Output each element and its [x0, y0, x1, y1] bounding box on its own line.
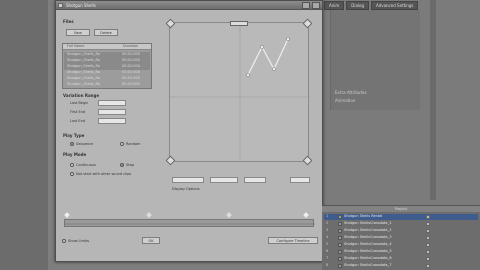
host-scrollbar[interactable] [430, 0, 436, 200]
sequence-radio[interactable] [70, 142, 74, 146]
graph-svg [170, 23, 310, 163]
timeline-track[interactable] [64, 219, 315, 227]
corner-handle-icon[interactable] [302, 155, 313, 166]
graph-extra-field[interactable] [290, 177, 310, 183]
show-limits-checkbox[interactable] [62, 239, 66, 243]
variation-graph[interactable] [165, 18, 313, 166]
shotgun-shells-dialog: Shotgun Shells Files New Delete Full Nam… [55, 0, 323, 262]
timeline-marker-icon[interactable] [146, 212, 152, 218]
table-row[interactable]: 6 Shotgun ShellsCrossdata_5 [324, 249, 478, 255]
timeline-ticks [65, 223, 315, 225]
host-left-panel [0, 0, 48, 270]
timeline-end-handle-icon[interactable] [303, 212, 309, 218]
table-row[interactable]: 5 Shotgun ShellsCrossdata_4 [324, 242, 478, 248]
clip-list[interactable]: Full Name Duration Shotgun_Shells_Ro 00:0… [62, 43, 152, 89]
graph-y-field[interactable] [210, 177, 238, 183]
sequence-label: Sequence [76, 142, 94, 146]
host-tab-advanced[interactable]: Advanced Settings [371, 1, 419, 10]
ok-button[interactable]: OK [142, 237, 160, 244]
col-duration[interactable]: Duration [123, 44, 138, 48]
dialog-title: Shotgun Shells [66, 3, 96, 8]
first-end-field[interactable] [98, 109, 126, 115]
random-label: Random [126, 142, 141, 146]
table-row[interactable]: 4 Shotgun ShellsCrossdata_3 [324, 235, 478, 241]
list-header: Full Name Duration [63, 44, 151, 50]
attribute-label-2: Animation [335, 98, 356, 103]
last-begin-field[interactable] [98, 100, 126, 106]
table-row[interactable]: 8 Shotgun ShellsCrossdata_7 [324, 263, 478, 269]
attribute-panel: Extra Attributes Animation [330, 10, 420, 110]
host-tab-dialog[interactable]: Dialog [346, 1, 370, 10]
stop-radio[interactable] [120, 163, 124, 167]
table-row[interactable]: 1 Shotgun Shells Rental [324, 214, 478, 220]
table-row[interactable]: 3 Shotgun ShellsCrossdata_2 [324, 228, 478, 234]
dialog-titlebar[interactable]: Shotgun Shells [56, 1, 322, 10]
timeline-marker-icon[interactable] [226, 212, 232, 218]
list-item[interactable]: Shotgun_Shells_Ro 00:01:000 [64, 82, 150, 88]
play-type-section-label: Play Type [63, 133, 85, 138]
first-end-label: First End [70, 110, 86, 114]
show-limits-label: Show Limits [68, 239, 90, 243]
attribute-label: Extra Attributes [335, 90, 367, 95]
playlist-panel: Playlist 1 Shotgun Shells Rental 2 Shotgun… [322, 205, 480, 270]
top-handle[interactable] [230, 21, 248, 26]
delete-button[interactable]: Delete [94, 29, 118, 36]
configure-timeline-button[interactable]: Configure Timeline [268, 237, 318, 244]
close-icon[interactable] [312, 2, 320, 9]
variation-section-label: Variation Range [63, 93, 100, 98]
last-end-field[interactable] [98, 118, 126, 124]
table-row[interactable]: 7 Shotgun ShellsCrossdata_6 [324, 256, 478, 262]
host-tab-bar: Anim Dialog Advanced Settings [324, 1, 419, 10]
new-button[interactable]: New [66, 29, 90, 36]
last-end-label: Last End [70, 119, 86, 123]
stop-label: Stop [126, 163, 134, 167]
graph-x-field[interactable] [172, 177, 204, 183]
random-radio[interactable] [120, 142, 124, 146]
timeline-start-handle-icon[interactable] [64, 212, 70, 218]
app-icon [58, 3, 63, 8]
continuous-label: Continuous [76, 163, 96, 167]
no-sound-label: Not start with other sound clips [76, 172, 132, 176]
last-begin-label: Last Begin [70, 101, 89, 105]
continuous-radio[interactable] [70, 163, 74, 167]
minimize-icon[interactable] [302, 2, 310, 9]
playlist-header: Playlist [322, 206, 480, 212]
host-tab-anim[interactable]: Anim [324, 1, 345, 10]
graph-value-field[interactable] [244, 177, 266, 183]
table-row[interactable]: 2 Shotgun ShellsCrossdata_1 [324, 221, 478, 227]
play-mode-section-label: Play Mode [63, 152, 87, 157]
display-options-label[interactable]: Display Options [172, 187, 200, 191]
files-section-label: Files [63, 19, 74, 24]
col-full-name[interactable]: Full Name [67, 44, 84, 48]
no-sound-checkbox[interactable] [70, 172, 74, 176]
